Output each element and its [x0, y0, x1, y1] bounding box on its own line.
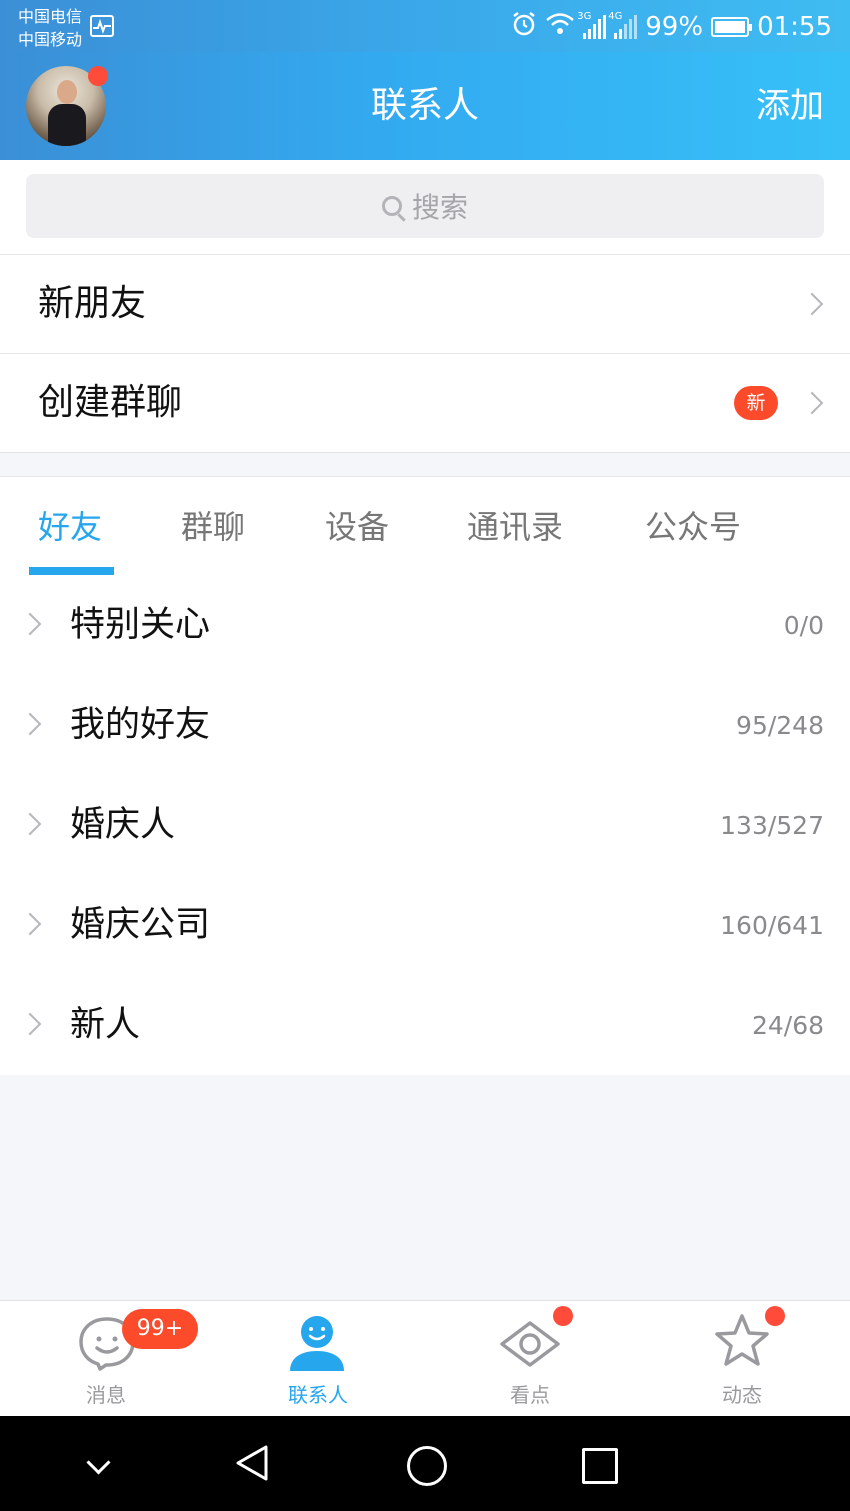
app-header: 联系人 添加 [0, 52, 850, 160]
recent-apps-icon[interactable] [582, 1448, 618, 1484]
create-group-label: 创建群聊 [38, 382, 183, 423]
tab-friends[interactable]: 好友 [38, 477, 102, 577]
clock: 01:55 [757, 12, 832, 42]
network-type-1: 3G [577, 11, 592, 22]
list-item[interactable]: 新人 24/68 [0, 975, 850, 1075]
friend-groups-list: 特别关心 0/0 我的好友 95/248 婚庆人 133/527 婚庆公司 16… [0, 575, 850, 1075]
list-item[interactable]: 我的好友 95/248 [0, 675, 850, 775]
list-item[interactable]: 婚庆人 133/527 [0, 775, 850, 875]
battery-icon [711, 17, 753, 37]
system-navigation-bar [0, 1416, 850, 1511]
tab-devices[interactable]: 设备 [325, 477, 389, 577]
add-button[interactable]: 添加 [756, 52, 824, 160]
feed-notification-dot [765, 1306, 785, 1326]
status-bar: 中国电信 中国移动 3G 4G 99% 01:55 [0, 0, 850, 52]
signal-4g-icon: 4G [608, 11, 638, 39]
page-title: 联系人 [370, 85, 479, 126]
activity-monitor-icon [90, 15, 114, 37]
group-name: 新人 [70, 1005, 141, 1045]
tab-address-book[interactable]: 通讯录 [467, 477, 563, 577]
chevron-right-icon [18, 712, 42, 736]
carrier-2: 中国移动 [18, 30, 83, 49]
chevron-right-icon [18, 812, 42, 836]
tab-official-accounts[interactable]: 公众号 [645, 477, 741, 577]
nav-label-highlights: 看点 [510, 1383, 550, 1407]
chevron-right-icon [800, 391, 824, 415]
carrier-info: 中国电信 中国移动 [18, 5, 82, 51]
unread-badge: 99+ [122, 1309, 198, 1349]
tab-groups[interactable]: 群聊 [181, 477, 245, 577]
group-count: 95/248 [736, 711, 824, 740]
carrier-1: 中国电信 [18, 7, 83, 26]
group-count: 24/68 [751, 1011, 824, 1040]
avatar-notification-dot [88, 66, 108, 86]
search-placeholder: 搜索 [411, 191, 468, 224]
chevron-right-icon [18, 912, 42, 936]
nav-label-feed: 动态 [722, 1383, 762, 1407]
nav-contacts[interactable]: 联系人 [212, 1301, 424, 1417]
chevron-right-icon [18, 612, 42, 636]
chevron-right-icon [800, 292, 824, 316]
contact-tabs: 好友 群聊 设备 通讯录 公众号 [0, 476, 850, 576]
contacts-icon [290, 1316, 344, 1371]
new-friends-row[interactable]: 新朋友 [0, 255, 850, 354]
list-item[interactable]: 特别关心 0/0 [0, 575, 850, 675]
battery-percent: 99% [645, 12, 704, 42]
search-section: 搜索 [0, 160, 850, 255]
bottom-navigation: 99+ 消息 联系人 看点 动态 [0, 1300, 850, 1417]
group-name: 婚庆公司 [70, 905, 211, 945]
new-friends-label: 新朋友 [38, 283, 147, 324]
group-count: 160/641 [720, 911, 824, 940]
group-name: 婚庆人 [70, 805, 176, 845]
back-icon[interactable] [234, 1444, 270, 1482]
hide-keyboard-icon[interactable] [86, 1450, 111, 1475]
nav-feed[interactable]: 动态 [636, 1301, 848, 1417]
new-badge: 新 [734, 386, 778, 420]
search-icon [381, 196, 402, 216]
group-name: 特别关心 [70, 605, 211, 645]
group-count: 0/0 [783, 611, 824, 640]
eye-icon [500, 1321, 560, 1367]
home-icon[interactable] [407, 1446, 447, 1486]
alarm-icon [511, 11, 537, 44]
star-icon [715, 1314, 769, 1366]
group-name: 我的好友 [70, 705, 211, 745]
nav-label-contacts: 联系人 [288, 1383, 348, 1407]
chevron-right-icon [18, 1012, 42, 1036]
list-item[interactable]: 婚庆公司 160/641 [0, 875, 850, 975]
highlights-notification-dot [553, 1306, 573, 1326]
group-count: 133/527 [720, 811, 824, 840]
active-tab-indicator [29, 567, 114, 575]
search-bar[interactable]: 搜索 [26, 174, 824, 238]
nav-highlights[interactable]: 看点 [424, 1301, 636, 1417]
signal-3g-icon: 3G [577, 11, 607, 39]
nav-label-messages: 消息 [86, 1383, 126, 1407]
nav-messages[interactable]: 99+ 消息 [0, 1301, 212, 1417]
network-type-2: 4G [608, 11, 623, 22]
status-icons: 3G 4G 99% 01:55 [511, 10, 832, 44]
wifi-icon [545, 12, 575, 43]
create-group-row[interactable]: 创建群聊 新 [0, 354, 850, 453]
